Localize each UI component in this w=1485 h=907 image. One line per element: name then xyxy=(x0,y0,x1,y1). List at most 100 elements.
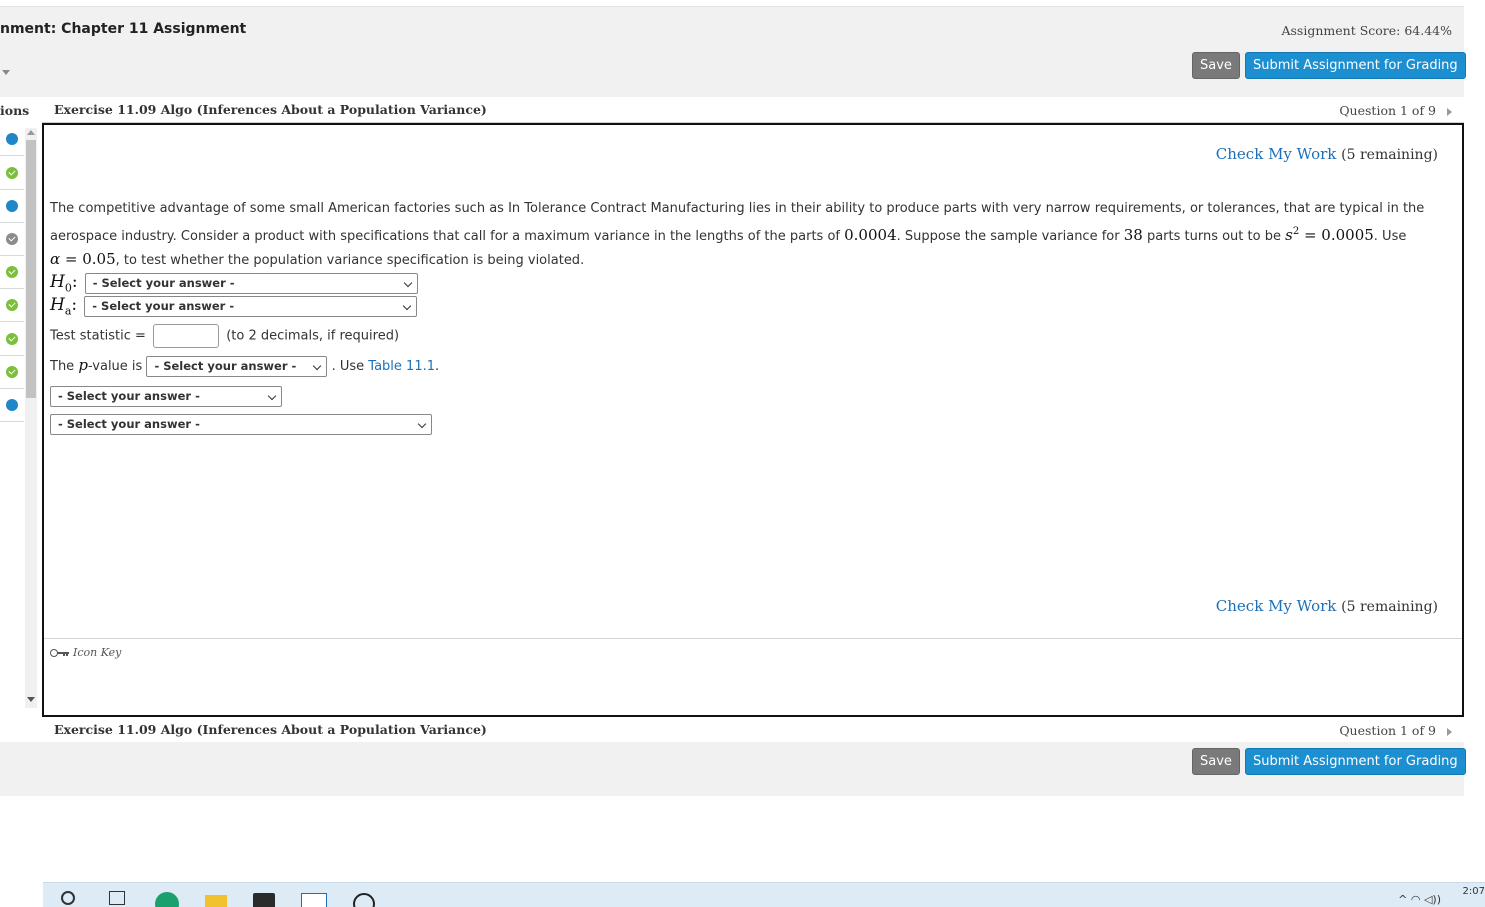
question-nav-item-2[interactable] xyxy=(0,157,24,190)
question-content: Check My Work (5 remaining) The competit… xyxy=(42,123,1464,717)
ha-label: Ha: xyxy=(50,295,78,317)
question-bar-bottom: Exercise 11.09 Algo (Inferences About a … xyxy=(42,717,1464,743)
question-nav-item-6[interactable] xyxy=(0,289,24,322)
chevron-down-icon xyxy=(267,391,277,401)
pvalue-prefix: The xyxy=(50,359,75,374)
question-nav-item-7[interactable] xyxy=(0,323,24,356)
exercise-title: Exercise 11.09 Algo (Inferences About a … xyxy=(54,102,487,117)
check-my-work-link[interactable]: Check My Work xyxy=(1216,145,1337,163)
unanswered-dot-icon xyxy=(6,399,18,411)
select-value: - Select your answer - xyxy=(92,299,235,313)
submit-assignment-button[interactable]: Submit Assignment for Grading xyxy=(1245,52,1466,79)
question-nav-item-4[interactable] xyxy=(0,223,24,256)
store-icon[interactable] xyxy=(253,893,275,907)
question-bar-top: Exercise 11.09 Algo (Inferences About a … xyxy=(42,97,1464,123)
equals-sign: = xyxy=(1299,226,1322,244)
reject-decision-select[interactable]: - Select your answer - xyxy=(50,386,282,407)
scroll-thumb[interactable] xyxy=(26,140,36,398)
next-question-icon[interactable] xyxy=(1447,108,1452,116)
alpha-symbol: α xyxy=(50,250,61,268)
assignment-title: nment: Chapter 11 Assignment xyxy=(0,21,247,37)
conclusion-row-1: - Select your answer - xyxy=(50,386,282,407)
alpha-value: 0.05 xyxy=(82,250,116,268)
pvalue-suffix: -value is xyxy=(87,359,143,374)
collapse-caret-icon[interactable] xyxy=(2,70,10,75)
chevron-down-icon xyxy=(313,361,322,371)
correct-check-icon xyxy=(6,366,18,378)
remaining-count: (5 remaining) xyxy=(1341,599,1438,615)
icon-key[interactable]: Icon Key xyxy=(50,646,121,659)
assignment-header: nment: Chapter 11 Assignment Assignment … xyxy=(0,6,1466,97)
problem-text: The competitive advantage of some small … xyxy=(50,197,1456,272)
question-nav-rail xyxy=(0,123,41,716)
h-letter: H xyxy=(50,295,65,315)
null-hypothesis-select[interactable]: - Select your answer - xyxy=(84,273,418,294)
conclusion-select[interactable]: - Select your answer - xyxy=(50,414,432,435)
submit-assignment-button[interactable]: Submit Assignment for Grading xyxy=(1245,748,1466,775)
system-tray-icons[interactable]: ^ ◠ ◁)) xyxy=(1398,893,1441,906)
problem-text-part: parts turns out to be xyxy=(1142,229,1286,244)
alt-hypothesis-row: Ha: - Select your answer - xyxy=(50,295,418,317)
next-question-icon[interactable] xyxy=(1447,728,1452,736)
search-icon[interactable] xyxy=(61,891,75,905)
pvalue-row: The p-value is - Select your answer - . … xyxy=(50,356,439,377)
select-value: - Select your answer - xyxy=(154,359,297,373)
task-view-icon[interactable] xyxy=(109,891,125,905)
xbox-icon[interactable] xyxy=(353,893,375,907)
chevron-down-icon xyxy=(403,301,412,311)
rail-scrollbar[interactable] xyxy=(25,128,37,708)
problem-text-part: . Use xyxy=(1373,229,1407,244)
period: . xyxy=(435,359,440,374)
file-explorer-icon[interactable] xyxy=(205,895,227,907)
pvalue-select[interactable]: - Select your answer - xyxy=(146,356,328,377)
clock[interactable]: 2:07 xyxy=(1463,886,1485,897)
sidebar-label: ions xyxy=(0,103,30,118)
correct-check-icon xyxy=(6,167,18,179)
test-statistic-label: Test statistic = xyxy=(50,328,146,344)
s-symbol: s xyxy=(1285,226,1293,244)
save-button[interactable]: Save xyxy=(1192,52,1240,79)
alt-hypothesis-select[interactable]: - Select your answer - xyxy=(84,296,418,317)
question-position: Question 1 of 9 xyxy=(1339,103,1436,118)
assignment-score: Assignment Score: 64.44% xyxy=(1281,23,1452,38)
correct-check-icon xyxy=(6,299,18,311)
scroll-up-icon[interactable] xyxy=(27,130,35,135)
question-position: Question 1 of 9 xyxy=(1339,723,1436,738)
edge-browser-icon[interactable] xyxy=(155,892,179,907)
problem-text-part: . Suppose the sample variance for xyxy=(896,229,1124,244)
question-nav-item-8[interactable] xyxy=(0,356,24,389)
question-nav-item-1[interactable] xyxy=(0,123,24,156)
colon: : xyxy=(71,272,78,292)
chevron-down-icon xyxy=(403,278,412,288)
scroll-down-icon[interactable] xyxy=(27,697,35,702)
app-root: nment: Chapter 11 Assignment Assignment … xyxy=(0,0,1485,907)
mail-icon[interactable] xyxy=(301,893,327,907)
p-symbol: p xyxy=(78,356,88,374)
check-my-work-bottom: Check My Work (5 remaining) xyxy=(1216,597,1438,615)
unanswered-dot-icon xyxy=(6,200,18,212)
h0-label: H0: xyxy=(50,272,78,295)
remaining-count: (5 remaining) xyxy=(1341,147,1438,163)
test-statistic-input[interactable] xyxy=(153,324,220,348)
table-link[interactable]: Table 11.1 xyxy=(368,359,435,374)
current-question-icon xyxy=(6,133,18,145)
correct-check-icon xyxy=(6,266,18,278)
divider xyxy=(44,638,1462,639)
question-nav-item-5[interactable] xyxy=(0,256,24,289)
icon-key-label: Icon Key xyxy=(73,646,122,659)
partial-check-icon xyxy=(6,233,18,245)
key-icon xyxy=(50,648,70,658)
check-my-work-link[interactable]: Check My Work xyxy=(1216,597,1337,615)
question-nav-item-3[interactable] xyxy=(0,190,24,223)
select-value: - Select your answer - xyxy=(58,417,200,431)
h0-subscript: 0 xyxy=(64,281,72,295)
save-button[interactable]: Save xyxy=(1192,748,1240,775)
check-my-work-top: Check My Work (5 remaining) xyxy=(1216,145,1438,163)
alpha-expression: α = 0.05 xyxy=(50,250,116,268)
colon: : xyxy=(71,295,78,315)
question-nav-item-9[interactable] xyxy=(0,389,24,422)
sample-size-value: 38 xyxy=(1123,226,1143,244)
h-letter: H xyxy=(50,272,65,292)
equals-sign: = xyxy=(60,250,83,268)
sample-variance-expression: s2 = 0.0005 xyxy=(1285,226,1374,244)
